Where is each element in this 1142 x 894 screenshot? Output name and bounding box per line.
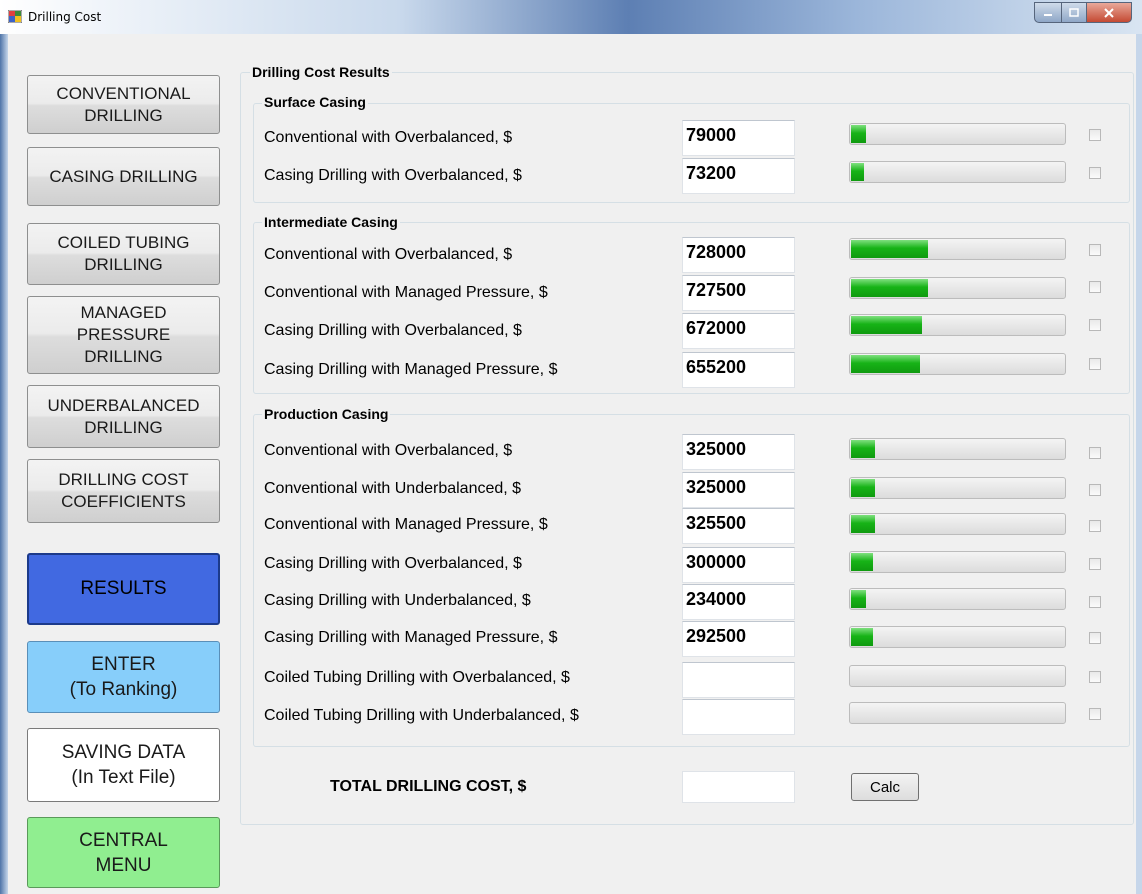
row-checkbox[interactable] <box>1089 520 1101 532</box>
row-label: Conventional with Underbalanced, $ <box>264 480 522 497</box>
row-label: Casing Drilling with Managed Pressure, $ <box>264 361 558 378</box>
total-drilling-cost-field[interactable] <box>682 771 795 803</box>
cost-progress-bar <box>849 161 1066 183</box>
results-button[interactable]: RESULTS <box>27 553 220 625</box>
cost-value-field[interactable]: 292500 <box>682 621 795 657</box>
cost-value-field[interactable] <box>682 699 795 735</box>
row-checkbox[interactable] <box>1089 708 1101 720</box>
cost-progress-bar <box>849 123 1066 145</box>
progress-fill <box>851 240 929 258</box>
cost-value-field[interactable]: 325500 <box>682 508 795 544</box>
intermediate-casing-title: Intermediate Casing <box>262 214 400 230</box>
cost-progress-bar <box>849 438 1066 460</box>
cost-progress-bar <box>849 551 1066 573</box>
row-label: Casing Drilling with Overbalanced, $ <box>264 555 522 572</box>
row-checkbox[interactable] <box>1089 281 1101 293</box>
cost-value-field[interactable]: 655200 <box>682 352 795 388</box>
row-label: Casing Drilling with Overbalanced, $ <box>264 322 522 339</box>
row-checkbox[interactable] <box>1089 558 1101 570</box>
cost-progress-bar <box>849 665 1066 687</box>
cost-progress-bar <box>849 238 1066 260</box>
window-controls <box>1034 2 1132 23</box>
row-checkbox[interactable] <box>1089 447 1101 459</box>
row-checkbox[interactable] <box>1089 319 1101 331</box>
production-casing-title: Production Casing <box>262 406 391 422</box>
cost-value-field[interactable]: 79000 <box>682 120 795 156</box>
cost-value-field[interactable]: 728000 <box>682 237 795 273</box>
maximize-icon <box>1069 8 1079 17</box>
row-checkbox[interactable] <box>1089 632 1101 644</box>
total-drilling-cost-label: TOTAL DRILLING COST, $ <box>330 778 527 795</box>
cost-progress-bar <box>849 513 1066 535</box>
row-label: Conventional with Managed Pressure, $ <box>264 516 548 533</box>
cost-progress-bar <box>849 353 1066 375</box>
close-button[interactable] <box>1087 2 1132 23</box>
cost-value-field[interactable]: 325000 <box>682 472 795 508</box>
window-title: Drilling Cost <box>28 10 102 24</box>
progress-fill <box>851 590 867 608</box>
progress-fill <box>851 279 929 297</box>
progress-fill <box>851 125 867 143</box>
row-checkbox[interactable] <box>1089 129 1101 141</box>
row-label: Conventional with Overbalanced, $ <box>264 246 513 263</box>
row-checkbox[interactable] <box>1089 484 1101 496</box>
row-checkbox[interactable] <box>1089 596 1101 608</box>
conventional-drilling-button[interactable]: CONVENTIONAL DRILLING <box>27 75 220 134</box>
cost-value-field[interactable]: 325000 <box>682 434 795 470</box>
row-label: Casing Drilling with Overbalanced, $ <box>264 167 522 184</box>
progress-fill <box>851 316 922 334</box>
cost-value-field[interactable]: 672000 <box>682 313 795 349</box>
progress-fill <box>851 163 864 181</box>
cost-value-field[interactable]: 234000 <box>682 584 795 620</box>
cost-progress-bar <box>849 277 1066 299</box>
central-menu-button[interactable]: CENTRAL MENU <box>27 817 220 888</box>
progress-fill <box>851 355 920 373</box>
row-label: Conventional with Overbalanced, $ <box>264 442 513 459</box>
minimize-button[interactable] <box>1034 2 1062 23</box>
cost-value-field[interactable]: 73200 <box>682 158 795 194</box>
progress-fill <box>851 440 875 458</box>
progress-fill <box>851 515 875 533</box>
close-icon <box>1104 7 1114 18</box>
cost-progress-bar <box>849 588 1066 610</box>
row-label: Coiled Tubing Drilling with Underbalance… <box>264 707 579 724</box>
row-label: Casing Drilling with Underbalanced, $ <box>264 592 531 609</box>
underbalanced-drilling-button[interactable]: UNDERBALANCED DRILLING <box>27 385 220 448</box>
cost-progress-bar <box>849 626 1066 648</box>
casing-drilling-button[interactable]: CASING DRILLING <box>27 147 220 206</box>
title-bar: Drilling Cost <box>0 0 1142 34</box>
cost-progress-bar <box>849 477 1066 499</box>
drilling-cost-coefficients-button[interactable]: DRILLING COST COEFFICIENTS <box>27 459 220 523</box>
cost-value-field[interactable] <box>682 662 795 698</box>
row-label: Conventional with Managed Pressure, $ <box>264 284 548 301</box>
cost-value-field[interactable]: 300000 <box>682 547 795 583</box>
calc-button[interactable]: Calc <box>851 773 919 801</box>
progress-fill <box>851 628 873 646</box>
saving-data-button[interactable]: SAVING DATA (In Text File) <box>27 728 220 802</box>
row-label: Casing Drilling with Managed Pressure, $ <box>264 629 558 646</box>
cost-value-field[interactable]: 727500 <box>682 275 795 311</box>
row-checkbox[interactable] <box>1089 167 1101 179</box>
cost-progress-bar <box>849 314 1066 336</box>
enter-to-ranking-button[interactable]: ENTER (To Ranking) <box>27 641 220 713</box>
cost-progress-bar <box>849 702 1066 724</box>
app-icon <box>8 10 22 23</box>
progress-fill <box>851 479 875 497</box>
coiled-tubing-drilling-button[interactable]: COILED TUBING DRILLING <box>27 223 220 285</box>
row-label: Coiled Tubing Drilling with Overbalanced… <box>264 669 570 686</box>
surface-casing-title: Surface Casing <box>262 94 368 110</box>
managed-pressure-drilling-button[interactable]: MANAGED PRESSURE DRILLING <box>27 296 220 374</box>
row-checkbox[interactable] <box>1089 671 1101 683</box>
minimize-icon <box>1044 13 1052 16</box>
window-border-right <box>1136 34 1142 894</box>
row-checkbox[interactable] <box>1089 244 1101 256</box>
row-checkbox[interactable] <box>1089 358 1101 370</box>
maximize-button[interactable] <box>1062 2 1087 23</box>
results-group-title: Drilling Cost Results <box>250 64 392 80</box>
row-label: Conventional with Overbalanced, $ <box>264 129 513 146</box>
progress-fill <box>851 553 873 571</box>
window-border-left <box>0 34 8 894</box>
